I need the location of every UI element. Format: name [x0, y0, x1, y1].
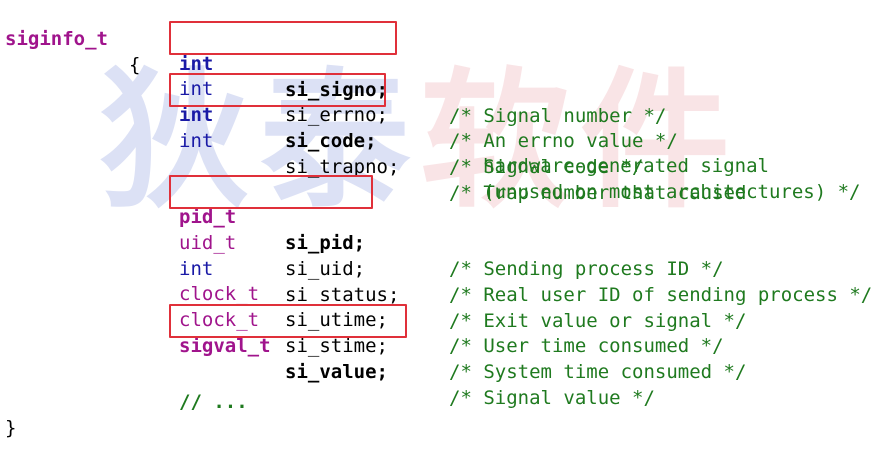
field-name: si_pid;: [285, 232, 366, 254]
field-row-si-trapno: int si_trapno; /* Trap number that cause…: [0, 102, 746, 204]
ellipsis-comment-line: // ...: [0, 363, 248, 413]
closing-line: }: [0, 389, 46, 439]
highlight-box-si-pid: [169, 175, 373, 209]
field-name: si_code;: [285, 130, 377, 152]
field-comment: /* An errno value */: [449, 130, 678, 152]
field-comment-continued: hardware-generated signal: [483, 155, 769, 177]
field-comment: /* Signal value */: [449, 387, 655, 409]
field-row-si-signo: int si_signo; /* Signal number */: [0, 25, 666, 127]
field-row-si-code: int si_code; /* Signal code */: [0, 76, 643, 178]
field-type: uid_t: [179, 232, 237, 254]
highlight-box-si-signo: [169, 21, 397, 55]
field-name: si_uid;: [285, 258, 366, 280]
field-row-si-errno: int si_errno; /* An errno value */: [0, 50, 678, 152]
code-listing: siginfo_t { int si_signo; /* Signal numb…: [0, 0, 883, 439]
field-comment: /* Sending process ID */: [449, 258, 724, 280]
comment-continuation: hardware-generated signal: [0, 127, 769, 177]
highlight-box-si-value: [169, 304, 407, 338]
struct-header: siginfo_t {: [0, 0, 140, 76]
field-row-si-stime: clock_t si_stime; /* System time consume…: [0, 281, 746, 383]
field-row-si-utime: clock_t si_utime; /* User time consumed …: [0, 255, 724, 357]
field-comment: /* Signal number */: [449, 105, 667, 127]
field-name: si_value;: [285, 361, 388, 383]
field-row-si-status: int si_status; /* Exit value or signal *…: [0, 230, 746, 332]
close-brace: }: [5, 417, 17, 439]
comment-continuation: (unused on most architectures) */: [0, 153, 861, 203]
field-row-si-value: sigval_t si_value; /* Signal value */: [0, 307, 655, 409]
open-brace: {: [129, 54, 141, 76]
field-comment: /* System time consumed */: [449, 361, 747, 383]
field-comment: /* User time consumed */: [449, 335, 724, 357]
field-row-si-pid: pid_t si_pid; /* Sending process ID */: [0, 178, 724, 280]
field-row-si-uid: uid_t si_uid; /* Real user ID of sending…: [0, 204, 872, 306]
field-comment: /* Exit value or signal */: [449, 310, 747, 332]
highlight-box-si-code: [169, 73, 386, 107]
field-type: int: [179, 130, 214, 152]
field-type: int: [179, 258, 214, 280]
field-comment: /* Real user ID of sending process */: [449, 284, 873, 306]
ellipsis-comment: // ...: [179, 391, 248, 413]
field-comment-continued: (unused on most architectures) */: [483, 181, 861, 203]
